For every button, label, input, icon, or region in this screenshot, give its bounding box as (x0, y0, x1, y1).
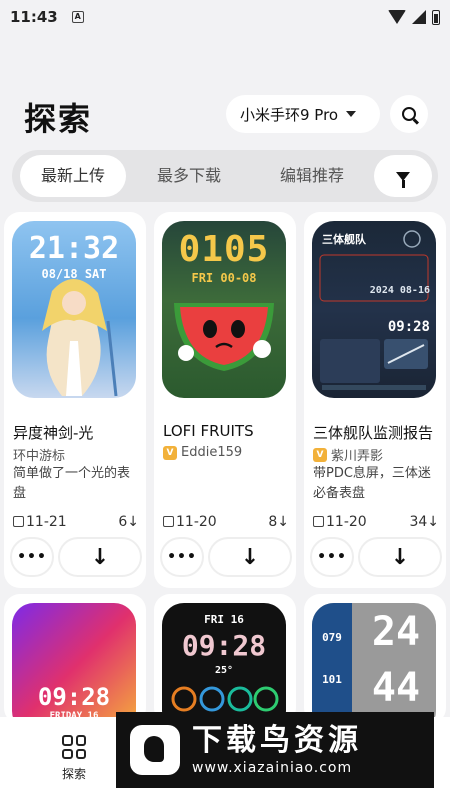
watermark-title: 下载鸟资源 (192, 723, 362, 758)
card-author: V Eddie159 (163, 445, 242, 460)
card-meta: 11-20 34↓ (313, 514, 439, 530)
nav-explore[interactable]: 探索 (46, 735, 102, 782)
bird-logo-icon (130, 725, 180, 775)
download-count: 34↓ (409, 514, 439, 530)
more-button[interactable]: ••• (160, 537, 204, 577)
card-actions: ••• ↓ (310, 537, 442, 577)
watchface-preview[interactable]: 09:28 FRIDAY 16 (12, 603, 136, 724)
search-button[interactable] (390, 95, 428, 133)
grid-icon (62, 735, 86, 759)
page-title: 探索 (24, 100, 93, 138)
character-illustration (42, 278, 118, 397)
card-author: 环中游标 (13, 445, 65, 464)
watchface-preview[interactable]: FRI 16 09:28 25° (162, 603, 286, 724)
preview-minute: 44 (371, 665, 421, 711)
card-description: 带PDC息屏，三体迷必备表盘 (313, 466, 431, 501)
device-selector-label: 小米手环9 Pro (240, 105, 339, 124)
watchface-card[interactable]: 三体舰队 2024 08-16 09:28 三体舰队监测报告 V 紫川弄影 带P… (304, 212, 446, 588)
calendar-icon (313, 516, 324, 527)
search-icon (402, 107, 416, 121)
vip-badge-icon: V (163, 445, 177, 460)
card-actions: ••• ↓ (10, 537, 142, 577)
download-arrow-icon: ↓ (277, 514, 289, 530)
preview-date: 2024 08-16 (369, 285, 430, 296)
download-button[interactable]: ↓ (208, 537, 292, 577)
card-title: 异度神剑-光 (13, 424, 94, 442)
complication-rings (171, 686, 279, 712)
nav-explore-label: 探索 (61, 767, 86, 781)
signal-icon (412, 10, 426, 24)
tab-editor-picks[interactable]: 编辑推荐 (252, 155, 372, 197)
sort-tabs: 最新上传 最多下载 编辑推荐 (12, 150, 438, 202)
battery-icon (432, 9, 440, 25)
calendar-icon (163, 516, 174, 527)
preview-time: 09:28 (387, 319, 430, 335)
watermark-text: 下载鸟资源 www.xiazainiao.com (192, 723, 362, 777)
notification-a-icon: A (71, 11, 84, 23)
preview-hour: 24 (371, 609, 421, 655)
download-button[interactable]: ↓ (358, 537, 442, 577)
more-button[interactable]: ••• (10, 537, 54, 577)
status-icons (388, 9, 440, 25)
watermelon-illustration (174, 303, 274, 371)
watchface-preview[interactable]: 079 101 24 44 (312, 603, 436, 724)
wifi-icon (388, 10, 406, 24)
watchface-card[interactable]: 0105 FRI 00-08 LOFI FRUITS V Eddie159 11… (154, 212, 296, 588)
dashboard-illustration (319, 230, 429, 390)
download-arrow-icon: ↓ (427, 514, 439, 530)
preview-time: 09:28 (37, 683, 111, 711)
download-icon: ↓ (390, 544, 410, 570)
download-arrow-icon: ↓ (127, 514, 139, 530)
status-time: 11:43 (10, 8, 58, 26)
author-name: 紫川弄影 (331, 449, 384, 464)
card-author: V 紫川弄影 (313, 445, 383, 464)
card-title: 三体舰队监测报告 (313, 424, 434, 442)
caret-down-icon (346, 111, 357, 117)
preview-heart: 101 (322, 673, 342, 686)
filter-icon (396, 171, 410, 188)
watchface-card[interactable]: 21:32 08/18 SAT 异度神剑-光 环中游标 简单做了一个光的表盘 1… (4, 212, 146, 588)
author-name: 环中游标 (13, 449, 66, 464)
watchface-preview[interactable]: 21:32 08/18 SAT (12, 221, 136, 398)
filter-button[interactable] (374, 155, 432, 197)
card-title: LOFI FRUITS (163, 422, 254, 440)
upload-date: 11-21 (26, 514, 67, 530)
watchface-preview[interactable]: 三体舰队 2024 08-16 09:28 (312, 221, 436, 398)
download-icon: ↓ (240, 544, 260, 570)
watchface-card[interactable]: FRI 16 09:28 25° (154, 594, 296, 724)
watermark-banner: 下载鸟资源 www.xiazainiao.com (116, 712, 434, 788)
download-count: 6↓ (118, 514, 139, 530)
card-actions: ••• ↓ (160, 537, 292, 577)
download-icon: ↓ (90, 544, 110, 570)
vip-badge-icon: V (313, 447, 327, 462)
watchface-preview[interactable]: 0105 FRI 00-08 (162, 221, 286, 398)
device-selector[interactable]: 小米手环9 Pro (226, 95, 380, 133)
tab-latest[interactable]: 最新上传 (20, 155, 126, 197)
watchface-card[interactable]: 079 101 24 44 (304, 594, 446, 724)
download-button[interactable]: ↓ (58, 537, 142, 577)
card-meta: 11-21 6↓ (13, 514, 139, 530)
preview-side-panel (312, 603, 352, 724)
watermark-url: www.xiazainiao.com (192, 760, 353, 776)
status-bar: 11:43 A (0, 0, 450, 34)
author-name: Eddie159 (181, 445, 243, 460)
preview-steps: 079 (322, 631, 342, 644)
card-description: 简单做了一个光的表盘 (13, 466, 131, 501)
upload-date: 11-20 (326, 514, 367, 530)
calendar-icon (13, 516, 24, 527)
tab-most-downloaded[interactable]: 最多下载 (134, 155, 244, 197)
more-button[interactable]: ••• (310, 537, 354, 577)
card-meta: 11-20 8↓ (163, 514, 289, 530)
upload-date: 11-20 (176, 514, 217, 530)
download-count: 8↓ (268, 514, 289, 530)
watchface-card[interactable]: 09:28 FRIDAY 16 (4, 594, 146, 724)
